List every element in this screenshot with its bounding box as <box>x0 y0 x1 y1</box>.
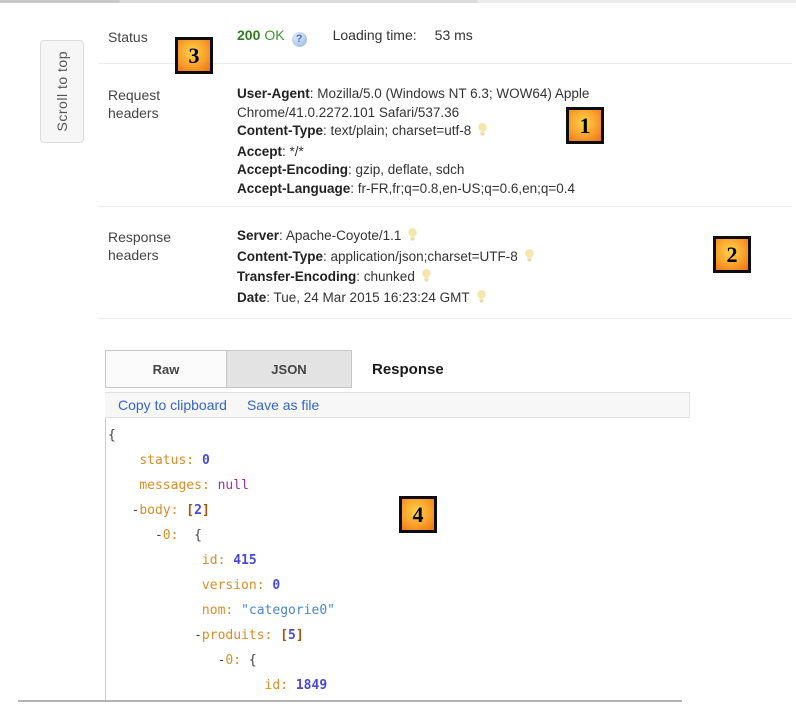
header-transfer-encoding: Transfer-Encoding: chunked <box>237 268 717 289</box>
header-value: */* <box>290 144 304 159</box>
separator <box>98 206 792 207</box>
hint-bulb-icon[interactable] <box>524 248 535 269</box>
tab-json[interactable]: JSON <box>226 350 352 388</box>
json-code-line: messages: null <box>108 473 690 498</box>
bottom-divider <box>18 700 682 702</box>
annotation-badge-3: 3 <box>175 37 213 74</box>
json-code-line: status: 0 <box>108 448 690 473</box>
status-code: 200 <box>237 27 260 43</box>
scroll-to-top-label: Scroll to top <box>54 51 70 131</box>
header-name: Accept-Language <box>237 181 350 196</box>
header-name: Content-Type <box>237 123 323 138</box>
annotation-badge-2: 2 <box>713 236 751 273</box>
header-content-type: Content-Type: application/json;charset=U… <box>237 248 717 269</box>
json-code-line: nom: "categorie0" <box>108 598 690 623</box>
hint-bulb-icon[interactable] <box>476 289 487 310</box>
json-code-line: version: 0 <box>108 573 690 598</box>
header-value: text/plain; charset=utf-8 <box>331 123 472 138</box>
json-code: { status: 0 messages: null -body: [2] -0… <box>108 423 690 698</box>
header-value: chunked <box>364 269 415 284</box>
json-code-line: { <box>108 423 690 448</box>
json-code-line: id: 1849 <box>108 673 690 698</box>
help-question-icon[interactable]: ? <box>292 32 307 47</box>
copy-to-clipboard-link[interactable]: Copy to clipboard <box>118 397 227 413</box>
header-date: Date: Tue, 24 Mar 2015 16:23:24 GMT <box>237 289 717 310</box>
header-name: User-Agent <box>237 86 310 101</box>
json-code-line: id: 415 <box>108 548 690 573</box>
json-code-line: -produits: [5] <box>108 623 690 648</box>
top-divider <box>0 0 796 3</box>
response-panel-title: Response <box>372 361 444 378</box>
status-reason: OK <box>264 27 284 43</box>
hint-bulb-icon[interactable] <box>421 268 432 289</box>
header-accept: Accept: */* <box>237 143 667 162</box>
status-value-row: 200OK? Loading time: 53 ms <box>237 27 473 47</box>
json-code-line: -0: { <box>108 648 690 673</box>
header-accept-language: Accept-Language: fr-FR,fr;q=0.8,en-US;q=… <box>237 180 667 199</box>
header-value: fr-FR,fr;q=0.8,en-US;q=0.6,en;q=0.4 <box>358 181 575 196</box>
status-label: Status <box>108 28 148 46</box>
hint-bulb-icon[interactable] <box>407 227 418 248</box>
separator <box>98 318 792 319</box>
response-headers-label: Response headers <box>108 228 186 264</box>
annotation-badge-1: 1 <box>566 107 604 144</box>
header-name: Content-Type <box>237 249 323 264</box>
tab-raw[interactable]: Raw <box>105 350 227 388</box>
header-value: Apache-Coyote/1.1 <box>286 228 402 243</box>
hint-bulb-icon[interactable] <box>477 122 488 143</box>
header-accept-encoding: Accept-Encoding: gzip, deflate, sdch <box>237 161 667 180</box>
request-headers-label: Request headers <box>108 86 178 122</box>
loading-time-value: 53 ms <box>435 27 473 43</box>
header-value: Tue, 24 Mar 2015 16:23:24 GMT <box>274 290 470 305</box>
header-name: Server <box>237 228 279 243</box>
header-name: Date <box>237 290 266 305</box>
header-name: Accept <box>237 144 282 159</box>
scroll-to-top-button[interactable]: Scroll to top <box>40 40 84 143</box>
header-server: Server: Apache-Coyote/1.1 <box>237 227 717 248</box>
header-name: Accept-Encoding <box>237 162 348 177</box>
header-value: application/json;charset=UTF-8 <box>331 249 518 264</box>
loading-time-label: Loading time: <box>333 27 417 43</box>
save-as-file-link[interactable]: Save as file <box>247 397 319 413</box>
json-response-body: { status: 0 messages: null -body: [2] -0… <box>105 418 690 700</box>
annotation-badge-4: 4 <box>399 496 437 533</box>
header-name: Transfer-Encoding <box>237 269 356 284</box>
rest-client-response-view: Scroll to top Status 200OK? Loading time:… <box>0 0 796 717</box>
header-value: gzip, deflate, sdch <box>356 162 465 177</box>
response-headers-list: Server: Apache-Coyote/1.1Content-Type: a… <box>237 227 717 309</box>
response-actions-bar: Copy to clipboard Save as file <box>105 392 690 418</box>
